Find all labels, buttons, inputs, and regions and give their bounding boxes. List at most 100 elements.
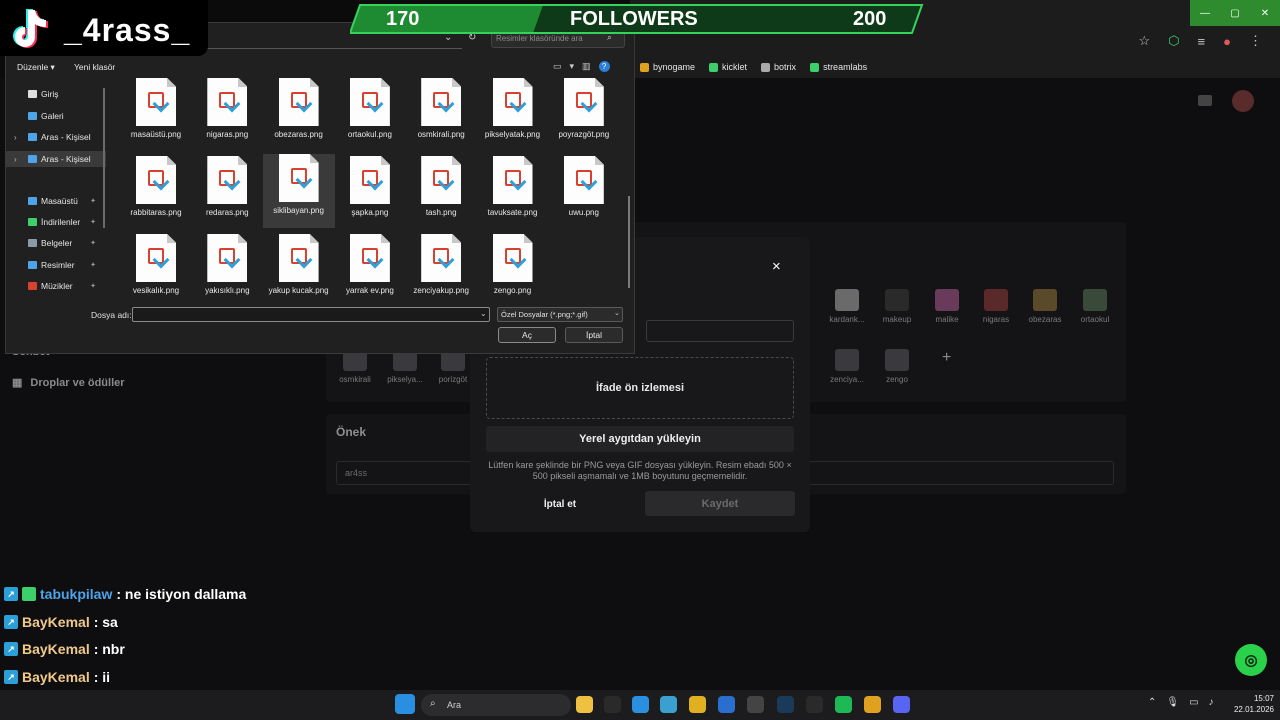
bookmark-item[interactable]: streamlabs <box>810 62 867 72</box>
file-item[interactable]: tavuksate.png <box>477 156 549 217</box>
filename-input[interactable] <box>132 307 490 322</box>
taskbar-app-icon[interactable] <box>660 696 677 713</box>
taskbar-app-icon[interactable] <box>718 696 735 713</box>
file-name: şapka.png <box>351 208 389 217</box>
emote-item[interactable]: pikselya... <box>380 349 430 384</box>
chevron-up-icon[interactable]: ⌃ <box>1148 697 1156 708</box>
taskbar-app-icon[interactable] <box>576 696 593 713</box>
preview-pane-icon[interactable]: ▥ <box>582 61 591 72</box>
file-item[interactable]: uwu.png <box>548 156 620 217</box>
emote-item[interactable]: obezaras <box>1020 289 1070 324</box>
file-scrollbar[interactable] <box>628 196 630 288</box>
emote-item[interactable]: zengo <box>872 349 922 384</box>
file-item[interactable]: osmkirali.png <box>405 78 477 139</box>
emote-item[interactable]: osmkirali <box>330 349 380 384</box>
save-button[interactable]: Kaydet <box>645 491 795 516</box>
close-window-button[interactable]: ✕ <box>1250 0 1280 26</box>
chevron-down-icon[interactable]: ▾ <box>570 61 575 72</box>
file-item[interactable]: poyrazgöt.png <box>548 78 620 139</box>
star-icon[interactable]: ☆ <box>1139 33 1151 49</box>
file-item[interactable]: masaüstü.png <box>120 78 192 139</box>
taskbar-app-icon[interactable] <box>689 696 706 713</box>
bookmark-item[interactable]: kicklet <box>709 62 747 72</box>
sidebar-drops[interactable]: ▦ Droplar ve ödüller <box>12 376 125 390</box>
chevron-down-icon[interactable]: ⌄ <box>480 309 487 318</box>
nav-item[interactable]: İndirilenler ✦ <box>6 214 106 230</box>
file-item[interactable]: redaras.png <box>191 156 263 217</box>
taskbar-app-icon[interactable] <box>835 696 852 713</box>
taskbar-search[interactable]: Ara <box>421 694 571 716</box>
taskbar-app-icon[interactable] <box>777 696 794 713</box>
file-item[interactable]: tash.png <box>405 156 477 217</box>
support-icon[interactable]: ◎ <box>1235 644 1267 676</box>
nav-item[interactable]: Resimler ✦ <box>6 257 106 273</box>
dialog-cancel-button[interactable]: İptal <box>565 327 623 343</box>
emote-item[interactable]: kardank... <box>822 289 872 324</box>
cancel-button[interactable]: İptal et <box>500 492 620 516</box>
menu-icon[interactable]: ≡ <box>1198 34 1206 49</box>
bookmark-item[interactable]: botrix <box>761 62 796 72</box>
profile-icon[interactable]: ● <box>1223 34 1231 49</box>
add-emote-icon[interactable]: + <box>942 349 951 367</box>
new-folder-button[interactable]: Yeni klasör <box>74 62 115 72</box>
microphone-icon[interactable]: 🎙 <box>1166 697 1179 708</box>
emote-item[interactable]: ortaokul <box>1070 289 1120 324</box>
emote-item[interactable]: zenciya... <box>822 349 872 384</box>
network-icon[interactable]: ▭ <box>1189 697 1198 708</box>
nav-item[interactable]: Masaüstü ✦ <box>6 193 106 209</box>
file-item[interactable]: pikselyatak.png <box>477 78 549 139</box>
help-icon[interactable]: ? <box>598 61 610 72</box>
nav-item-label: Resimler <box>41 260 75 270</box>
taskbar-app-icon[interactable] <box>864 696 881 713</box>
chevron-right-icon[interactable]: › <box>14 155 17 164</box>
bookmark-item[interactable]: bynogame <box>640 62 695 72</box>
file-item[interactable]: yakup kucak.png <box>263 234 335 295</box>
file-item[interactable]: obezaras.png <box>263 78 335 139</box>
file-item[interactable]: yarrak ev.png <box>334 234 406 295</box>
extension-icon[interactable]: ⬡ <box>1168 33 1179 49</box>
taskbar-app-icon[interactable] <box>604 696 621 713</box>
minimize-button[interactable]: — <box>1190 0 1220 26</box>
emote-image <box>1033 289 1057 311</box>
nav-item[interactable]: Galeri <box>6 108 106 124</box>
file-item[interactable]: vesikalık.png <box>120 234 192 295</box>
user-avatar[interactable] <box>1232 90 1254 112</box>
nav-item[interactable]: › Aras - Kişisel <box>6 151 106 167</box>
close-icon[interactable]: × <box>772 258 781 275</box>
volume-icon[interactable]: ♪ <box>1209 697 1214 708</box>
emote-name-input[interactable] <box>646 320 794 342</box>
organize-button[interactable]: Düzenle ▾ <box>17 62 55 73</box>
emote-item[interactable]: malike <box>922 289 972 324</box>
emote-item[interactable]: nigaras <box>971 289 1021 324</box>
taskbar-app-icon[interactable] <box>747 696 764 713</box>
open-button[interactable]: Aç <box>498 327 556 343</box>
nav-item[interactable]: Giriş <box>6 86 106 102</box>
chevron-right-icon[interactable]: › <box>14 133 17 142</box>
file-item[interactable]: yakısıklı.png <box>191 234 263 295</box>
emote-label: zenciya... <box>830 375 864 384</box>
nav-item[interactable]: › Aras - Kişisel <box>6 129 106 145</box>
more-icon[interactable]: ⋮ <box>1249 33 1262 49</box>
filetype-select[interactable]: Özel Dosyalar (*.png;*.gif) <box>497 307 623 322</box>
upload-button[interactable]: Yerel aygıtdan yükleyin <box>486 426 794 452</box>
taskbar-app-icon[interactable] <box>632 696 649 713</box>
start-icon[interactable] <box>395 694 415 714</box>
taskbar-app-icon[interactable] <box>806 696 823 713</box>
nav-scrollbar[interactable] <box>103 88 105 228</box>
file-item[interactable]: rabbitaras.png <box>120 156 192 217</box>
file-item[interactable]: nigaras.png <box>191 78 263 139</box>
view-mode-icon[interactable]: ▭ <box>553 61 562 72</box>
maximize-button[interactable]: ▢ <box>1220 0 1250 26</box>
chevron-down-icon[interactable]: ⌄ <box>614 309 620 317</box>
nav-item[interactable]: Belgeler ✦ <box>6 235 106 251</box>
file-item[interactable]: siklibayan.png <box>262 154 335 228</box>
nav-item[interactable]: Müzikler ✦ <box>6 278 106 294</box>
taskbar-app-icon[interactable] <box>893 696 910 713</box>
file-item[interactable]: ortaokul.png <box>334 78 406 139</box>
file-item[interactable]: şapka.png <box>334 156 406 217</box>
file-item[interactable]: zenciyakup.png <box>405 234 477 295</box>
clock[interactable]: 15:07 22.01.2026 <box>1230 693 1274 715</box>
emote-item[interactable]: makeup <box>872 289 922 324</box>
bookmark-icon <box>761 62 771 72</box>
file-item[interactable]: zengo.png <box>477 234 549 295</box>
